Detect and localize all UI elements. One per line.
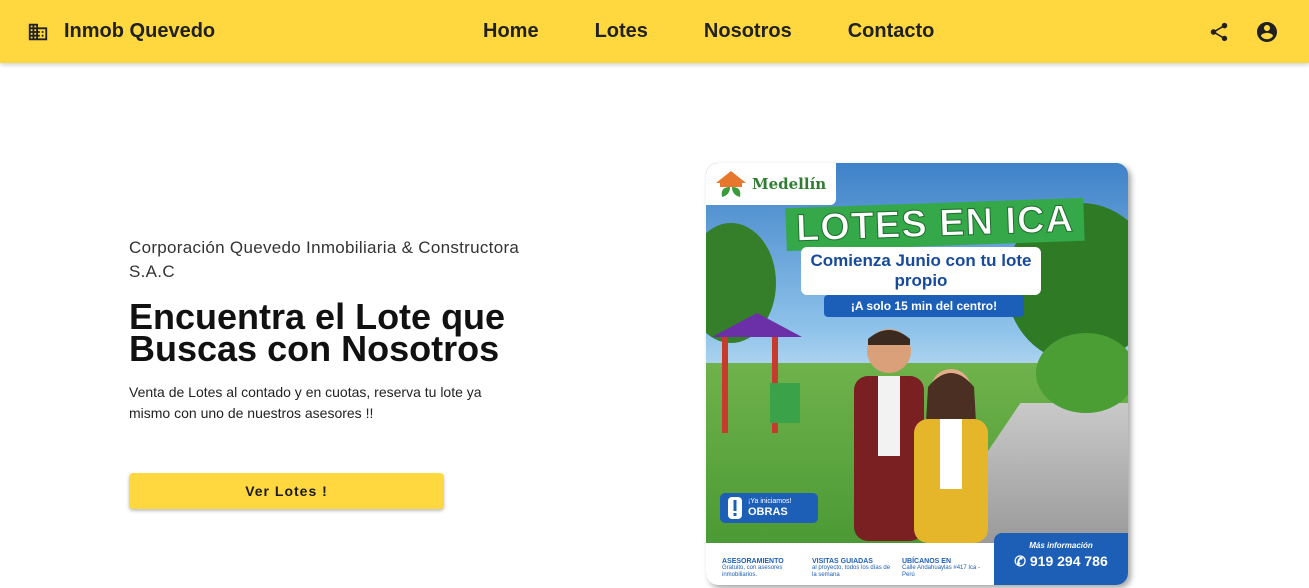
nav-lotes[interactable]: Lotes: [595, 20, 648, 43]
feature-visitas: VISITAS GUIADAS al proyecto, todos los d…: [812, 558, 891, 578]
hero-headline: Encuentra el Lote que Buscas con Nosotro…: [129, 296, 506, 369]
woman-photo: [914, 369, 988, 543]
hero-description: Venta de Lotes al contado y en cuotas, r…: [129, 384, 482, 421]
promo-image: Medellín LOTES EN ICA Comienza Junio con…: [706, 163, 1128, 585]
nav-contacto[interactable]: Contacto: [848, 20, 935, 43]
ver-lotes-button[interactable]: Ver Lotes !: [129, 473, 444, 509]
info-label: Más información: [1029, 541, 1093, 550]
nav-nosotros[interactable]: Nosotros: [704, 20, 792, 43]
brand-link[interactable]: Inmob Quevedo: [26, 0, 215, 63]
phone-number: ✆ 919 294 786: [1014, 553, 1108, 569]
promo-tagline: ¡A solo 15 min del centro!: [824, 295, 1024, 317]
exclamation-icon: [728, 497, 742, 519]
house-leaf-icon: [716, 171, 746, 197]
badge-big-text: OBRAS: [748, 506, 788, 518]
brand-name: Inmob Quevedo: [64, 20, 216, 42]
promo-subtitle: Comienza Junio con tu lote propio: [801, 247, 1041, 295]
top-app-bar: Inmob Quevedo Home Lotes Nosotros Contac…: [0, 0, 1309, 63]
phone-box: Más información ✆ 919 294 786: [994, 533, 1128, 585]
feature-ubicanos: UBÍCANOS EN Calle Andahuaylas #417 Ica -…: [902, 558, 981, 578]
hero-text: Corporación Quevedo Inmobiliaria & Const…: [129, 236, 549, 424]
feature-asesoramiento: ASESORAMIENTO Gratuito, con asesores inm…: [722, 558, 784, 578]
logo-text: Medellín: [752, 175, 827, 193]
nav-home[interactable]: Home: [483, 20, 539, 43]
main-nav: Home Lotes Nosotros Contacto: [483, 0, 934, 63]
playground-illustration: [712, 313, 802, 433]
whatsapp-icon: ✆: [1014, 553, 1026, 569]
medellin-logo: Medellín: [706, 163, 836, 205]
share-icon[interactable]: [1207, 20, 1231, 44]
company-name: Corporación Quevedo Inmobiliaria & Const…: [129, 238, 520, 281]
header-actions: [1207, 0, 1279, 63]
account-circle-icon[interactable]: [1255, 20, 1279, 44]
obras-badge: ¡Ya iniciamos! OBRAS: [720, 493, 818, 523]
building-icon: [26, 20, 50, 44]
badge-small-text: ¡Ya iniciamos!: [748, 498, 792, 505]
